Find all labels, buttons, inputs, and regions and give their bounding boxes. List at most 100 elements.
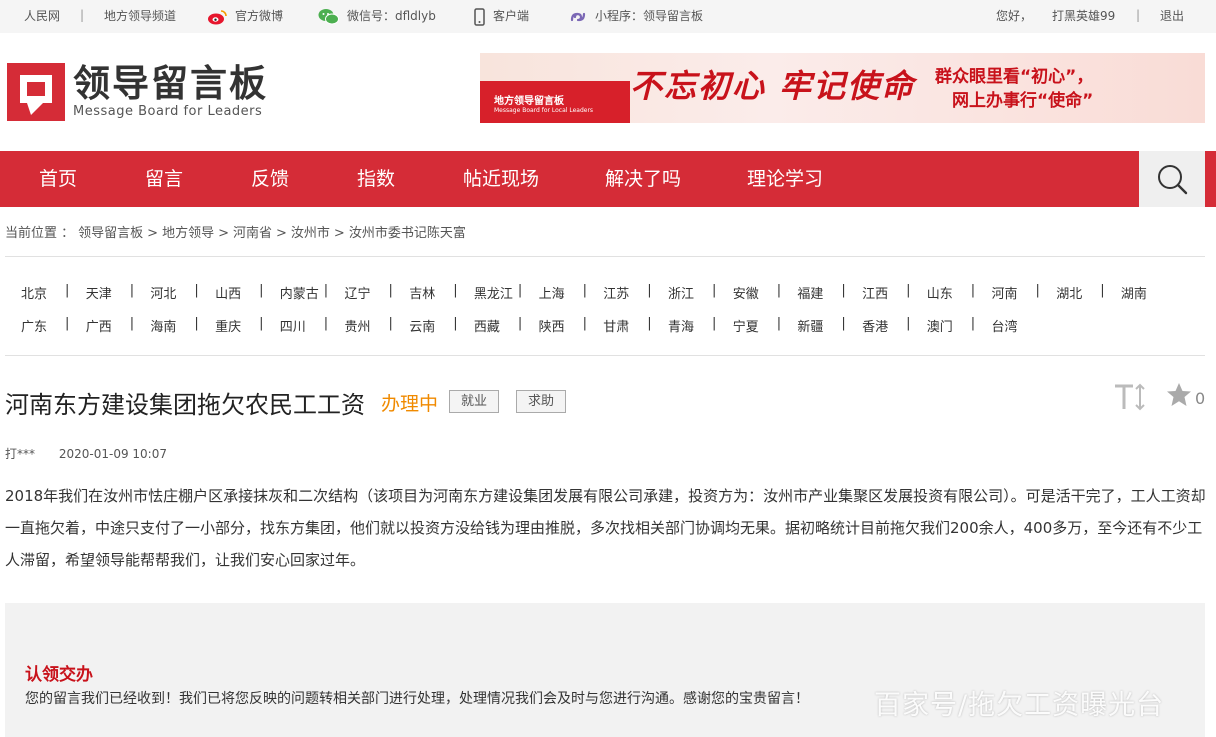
region-separator: | <box>906 316 911 331</box>
region-separator: | <box>129 316 135 331</box>
region-link[interactable]: 湖南 <box>1121 283 1147 302</box>
region-link[interactable]: 江西 <box>862 283 888 302</box>
region-link[interactable]: 新疆 <box>797 316 823 335</box>
breadcrumb-item[interactable]: 汝州市 <box>291 226 330 241</box>
author-name: 打*** <box>5 447 36 461</box>
region-link[interactable]: 甘肃 <box>603 316 629 335</box>
breadcrumb-separator: > <box>333 226 345 241</box>
breadcrumb-item[interactable]: 领导留言板 <box>78 226 143 241</box>
region-link[interactable]: 香港 <box>862 316 888 335</box>
miniprogram-link[interactable]: 小程序：领导留言板 <box>569 0 703 33</box>
nav-item-solved[interactable]: 解决了吗 <box>605 151 681 207</box>
region-link[interactable]: 黑龙江 <box>474 283 513 302</box>
banner-logo: 地方领导留言板 Message Board for Local Leaders <box>494 92 593 114</box>
banner-slogan-main: 不忘初心 牢记使命 <box>630 67 916 105</box>
wechat-label: 微信号：dfldlyb <box>347 9 436 23</box>
weibo-link[interactable]: 官方微博 <box>207 0 283 33</box>
breadcrumb-separator: > <box>218 226 229 241</box>
region-link[interactable]: 重庆 <box>215 316 241 335</box>
breadcrumb-item[interactable]: 地方领导 <box>162 226 214 241</box>
nav-item-index[interactable]: 指数 <box>357 151 395 207</box>
region-separator: | <box>970 316 976 331</box>
breadcrumb-separator: > <box>276 226 287 241</box>
region-separator: | <box>453 316 458 331</box>
region-link[interactable]: 广西 <box>86 316 112 335</box>
region-link[interactable]: 安徽 <box>733 283 759 302</box>
campaign-banner[interactable]: 地方领导留言板 Message Board for Local Leaders … <box>480 53 1205 123</box>
region-separator: | <box>647 316 652 331</box>
region-separator: | <box>453 283 458 298</box>
region-link[interactable]: 宁夏 <box>733 316 759 335</box>
region-separator: | <box>906 283 911 298</box>
local-channel-link[interactable]: 地方领导频道 <box>104 0 176 33</box>
region-link[interactable]: 浙江 <box>668 283 694 302</box>
region-separator: | <box>323 283 329 298</box>
breadcrumb-item-current[interactable]: 汝州市委书记陈天富 <box>349 226 466 241</box>
star-icon[interactable] <box>1166 382 1192 408</box>
wechat-link[interactable]: 微信号：dfldlyb <box>318 0 436 33</box>
search-button[interactable] <box>1139 151 1205 207</box>
nav-item-theory[interactable]: 理论学习 <box>747 151 823 207</box>
region-link[interactable]: 河北 <box>150 283 176 302</box>
region-link[interactable]: 北京 <box>21 283 47 302</box>
region-link[interactable]: 陕西 <box>539 316 565 335</box>
miniprogram-label: 小程序：领导留言板 <box>595 9 704 23</box>
wechat-icon <box>318 9 339 25</box>
logo-title: 领导留言板 <box>73 62 268 105</box>
logout-link[interactable]: 退出 <box>1160 0 1184 33</box>
client-link[interactable]: 客户端 <box>474 0 529 33</box>
breadcrumb-item[interactable]: 河南省 <box>233 226 272 241</box>
breadcrumb-separator: > <box>147 226 159 241</box>
main-nav: 首页 留言 反馈 指数 帖近现场 解决了吗 理论学习 <box>0 151 1216 207</box>
region-link[interactable]: 湖北 <box>1056 283 1082 302</box>
miniprogram-icon <box>570 12 586 21</box>
region-link[interactable]: 辽宁 <box>345 283 371 302</box>
region-link[interactable]: 西藏 <box>474 316 500 335</box>
banner-logo-en: Message Board for Local Leaders <box>494 107 594 114</box>
region-separator: | <box>517 283 523 298</box>
font-size-icon[interactable] <box>1113 382 1147 412</box>
banner-slogan-line: 群众眼里看“初心”， <box>935 67 1094 87</box>
region-link[interactable]: 青海 <box>668 316 694 335</box>
region-link[interactable]: 天津 <box>86 283 112 302</box>
reply-text: 您的留言我们已经收到！我们已将您反映的问题转相关部门进行处理，处理情况我们会及时… <box>25 691 809 707</box>
site-logo[interactable]: 领导留言板 Message Board for Leaders <box>7 63 268 121</box>
divider <box>5 256 1205 257</box>
region-link[interactable]: 山西 <box>215 283 241 302</box>
nav-item-home[interactable]: 首页 <box>39 151 77 207</box>
region-link[interactable]: 吉林 <box>409 283 435 302</box>
region-link[interactable]: 贵州 <box>345 316 371 335</box>
region-link[interactable]: 广东 <box>21 316 47 335</box>
region-link[interactable]: 内蒙古 <box>280 283 319 302</box>
people-daily-link[interactable]: 人民网 <box>24 0 60 33</box>
tag-help[interactable]: 求助 <box>516 390 566 413</box>
region-link[interactable]: 云南 <box>409 316 435 335</box>
region-link[interactable]: 海南 <box>150 316 176 335</box>
region-link[interactable]: 江苏 <box>603 283 629 302</box>
weibo-label: 官方微博 <box>235 9 284 23</box>
region-link[interactable]: 河南 <box>992 283 1018 302</box>
username-link[interactable]: 打黑英雄99 <box>1052 0 1115 33</box>
region-link[interactable]: 台湾 <box>992 316 1018 335</box>
region-separator: | <box>1100 283 1105 298</box>
region-link[interactable]: 四川 <box>280 316 306 335</box>
region-separator: | <box>129 283 135 298</box>
region-link[interactable]: 山东 <box>927 283 953 302</box>
weibo-icon <box>208 9 227 24</box>
nav-item-feedback[interactable]: 反馈 <box>251 151 289 207</box>
watermark: 百家号/拖欠工资曝光台 <box>874 690 1165 721</box>
nav-item-message[interactable]: 留言 <box>145 151 183 207</box>
region-link[interactable]: 福建 <box>797 283 823 302</box>
greeting-text: 您好， <box>996 9 1033 23</box>
region-separator: | <box>65 316 70 331</box>
nav-item-scene[interactable]: 帖近现场 <box>463 151 539 207</box>
region-link[interactable]: 澳门 <box>927 316 953 335</box>
region-row: 北京 | 天津 | 河北 | 山西 | 内蒙古 | 辽宁 | 吉林 | 黑龙江 | 上海 | 江苏 | 浙江 | 安徽 | 福建… <box>5 283 1205 303</box>
region-link[interactable]: 上海 <box>539 283 565 302</box>
breadcrumb-label: 当前位置 ： <box>5 226 75 241</box>
region-separator: | <box>323 316 329 331</box>
region-separator: | <box>388 316 393 331</box>
tag-employment[interactable]: 就业 <box>449 390 499 413</box>
logo-subtitle: Message Board for Leaders <box>73 104 263 119</box>
divider: | <box>80 8 85 22</box>
